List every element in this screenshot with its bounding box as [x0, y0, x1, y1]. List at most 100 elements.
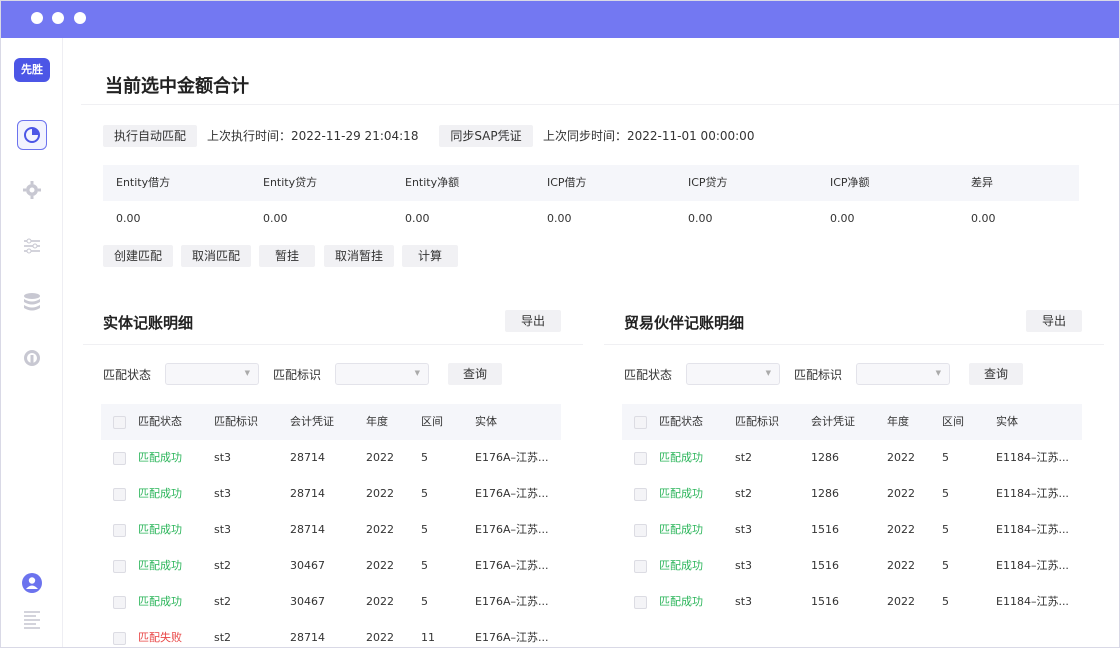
- table-row[interactable]: 匹配成功 st3 1516 2022 5 E1184–江苏...: [622, 548, 1082, 584]
- row-checkbox[interactable]: [113, 596, 126, 609]
- left-flag-select[interactable]: ▼: [335, 363, 429, 385]
- period: 5: [421, 559, 428, 572]
- match-flag: st3: [214, 451, 232, 464]
- row-checkbox[interactable]: [634, 596, 647, 609]
- summary-value: 0.00: [405, 212, 430, 225]
- match-flag: st2: [735, 451, 753, 464]
- summary-value: 0.00: [971, 212, 996, 225]
- year: 2022: [366, 595, 394, 608]
- table-row[interactable]: 匹配成功 st2 30467 2022 5 E176A–江苏...: [101, 548, 561, 584]
- row-checkbox[interactable]: [634, 488, 647, 501]
- chevron-down-icon: ▼: [414, 369, 420, 377]
- summary-header-cell: ICP借方: [547, 176, 587, 189]
- table-row[interactable]: 匹配失败 st2 28714 2022 11 E176A–江苏...: [101, 620, 561, 647]
- entity: E1184–江苏...: [996, 595, 1069, 608]
- dashboard-icon[interactable]: [21, 124, 43, 146]
- summary-header-cell: ICP贷方: [688, 176, 728, 189]
- user-avatar-icon[interactable]: [21, 572, 43, 594]
- cancel-hold-button[interactable]: 取消暂挂: [324, 245, 394, 267]
- voucher: 30467: [290, 595, 325, 608]
- status-badge: 匹配成功: [659, 487, 703, 500]
- table-header: 匹配状态 匹配标识 会计凭证 年度 区间 实体: [101, 404, 561, 440]
- title-bar: [1, 1, 1119, 38]
- row-checkbox[interactable]: [113, 452, 126, 465]
- right-panel-title: 贸易伙伴记账明细: [624, 314, 745, 332]
- table-row[interactable]: 匹配成功 st3 28714 2022 5 E176A–江苏...: [101, 476, 561, 512]
- status-badge: 匹配成功: [138, 451, 182, 464]
- status-badge: 匹配成功: [659, 451, 703, 464]
- last-sync-time: 上次同步时间：2022-11-01 00:00:00: [543, 129, 755, 143]
- window-dot-minimize[interactable]: [52, 12, 64, 24]
- database-icon[interactable]: [21, 291, 43, 313]
- select-all-checkbox[interactable]: [634, 416, 647, 429]
- period: 5: [942, 595, 949, 608]
- table-row[interactable]: 匹配成功 st2 1286 2022 5 E1184–江苏...: [622, 440, 1082, 476]
- table-row[interactable]: 匹配成功 st3 28714 2022 5 E176A–江苏...: [101, 512, 561, 548]
- match-flag: st2: [214, 631, 232, 644]
- entity: E176A–江苏...: [475, 451, 549, 464]
- voucher: 1286: [811, 487, 839, 500]
- status-badge: 匹配成功: [138, 559, 182, 572]
- auto-match-button[interactable]: 执行自动匹配: [103, 125, 197, 147]
- match-flag: st2: [214, 595, 232, 608]
- gear-icon[interactable]: [21, 179, 43, 201]
- menu-lines-icon[interactable]: [21, 608, 43, 630]
- period: 5: [942, 559, 949, 572]
- status-badge: 匹配失败: [138, 631, 182, 644]
- left-panel-title: 实体记账明细: [103, 314, 194, 332]
- calculate-button[interactable]: 计算: [402, 245, 458, 267]
- create-match-button[interactable]: 创建匹配: [103, 245, 173, 267]
- period: 5: [942, 523, 949, 536]
- right-export-button[interactable]: 导出: [1026, 310, 1082, 332]
- left-status-filter-label: 匹配状态: [103, 368, 152, 382]
- sync-sap-button[interactable]: 同步SAP凭证: [439, 125, 533, 147]
- summary-header: Entity借方 Entity贷方 Entity净额 ICP借方 ICP贷方 I…: [103, 165, 1079, 201]
- period: 5: [942, 487, 949, 500]
- left-export-button[interactable]: 导出: [505, 310, 561, 332]
- row-checkbox[interactable]: [634, 560, 647, 573]
- logo: 先胜: [14, 58, 50, 82]
- row-checkbox[interactable]: [113, 632, 126, 645]
- app-window: 先胜 当前选中金额合计 执行自动匹配 上次执行时间：2022-11-29 21:…: [0, 0, 1120, 648]
- headset-icon[interactable]: [21, 347, 43, 369]
- divider: [81, 104, 1119, 105]
- table-row[interactable]: 匹配成功 st2 30467 2022 5 E176A–江苏...: [101, 584, 561, 620]
- voucher: 28714: [290, 631, 325, 644]
- right-flag-select[interactable]: ▼: [856, 363, 950, 385]
- right-query-button[interactable]: 查询: [969, 363, 1023, 385]
- cancel-match-button[interactable]: 取消匹配: [181, 245, 251, 267]
- year: 2022: [887, 523, 915, 536]
- left-detail-table: 匹配状态 匹配标识 会计凭证 年度 区间 实体 匹配成功 st3 28714 2…: [101, 404, 561, 647]
- right-status-filter-label: 匹配状态: [624, 368, 673, 382]
- sliders-icon[interactable]: [21, 235, 43, 257]
- table-row[interactable]: 匹配成功 st3 1516 2022 5 E1184–江苏...: [622, 512, 1082, 548]
- match-flag: st3: [214, 487, 232, 500]
- summary-table: Entity借方 Entity贷方 Entity净额 ICP借方 ICP贷方 I…: [103, 165, 1079, 237]
- year: 2022: [366, 559, 394, 572]
- year: 2022: [366, 451, 394, 464]
- match-flag: st3: [214, 523, 232, 536]
- row-checkbox[interactable]: [113, 560, 126, 573]
- right-status-select[interactable]: ▼: [686, 363, 780, 385]
- period: 5: [421, 595, 428, 608]
- row-checkbox[interactable]: [634, 452, 647, 465]
- entity: E176A–江苏...: [475, 523, 549, 536]
- status-badge: 匹配成功: [659, 559, 703, 572]
- table-row[interactable]: 匹配成功 st2 1286 2022 5 E1184–江苏...: [622, 476, 1082, 512]
- row-checkbox[interactable]: [634, 524, 647, 537]
- entity: E1184–江苏...: [996, 559, 1069, 572]
- left-status-select[interactable]: ▼: [165, 363, 259, 385]
- select-all-checkbox[interactable]: [113, 416, 126, 429]
- hold-button[interactable]: 暂挂: [259, 245, 315, 267]
- table-row[interactable]: 匹配成功 st3 1516 2022 5 E1184–江苏...: [622, 584, 1082, 620]
- row-checkbox[interactable]: [113, 524, 126, 537]
- table-header: 匹配状态 匹配标识 会计凭证 年度 区间 实体: [622, 404, 1082, 440]
- voucher: 1286: [811, 451, 839, 464]
- left-query-button[interactable]: 查询: [448, 363, 502, 385]
- window-dot-close[interactable]: [31, 12, 43, 24]
- window-dot-maximize[interactable]: [74, 12, 86, 24]
- row-checkbox[interactable]: [113, 488, 126, 501]
- table-row[interactable]: 匹配成功 st3 28714 2022 5 E176A–江苏...: [101, 440, 561, 476]
- match-flag: st3: [735, 559, 753, 572]
- right-flag-filter-label: 匹配标识: [794, 368, 843, 382]
